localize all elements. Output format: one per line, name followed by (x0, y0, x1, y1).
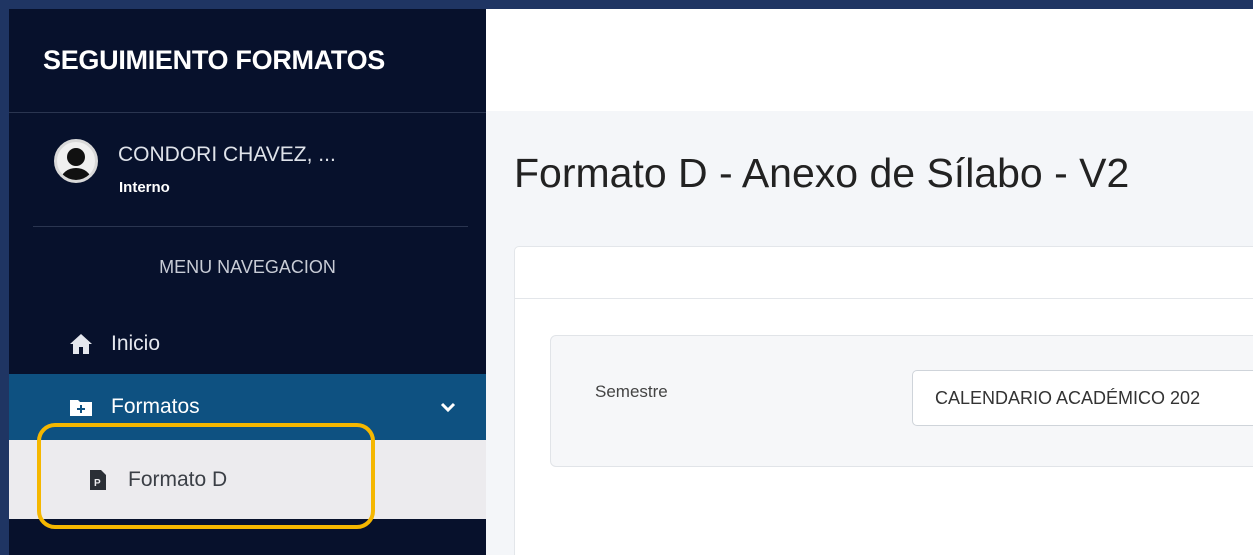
sidebar-item-label: Formatos (111, 395, 200, 418)
filter-panel: Semestre CALENDARIO ACADÉMICO 202 (550, 335, 1253, 467)
home-icon (69, 332, 93, 356)
chevron-down-icon[interactable] (440, 395, 456, 419)
content-card: Semestre CALENDARIO ACADÉMICO 202 (514, 246, 1253, 555)
folder-plus-icon (69, 395, 93, 419)
user-name[interactable]: CONDORI CHAVEZ, ... (118, 143, 336, 167)
menu-header: MENU NAVEGACION (159, 257, 336, 277)
sidebar-item-inicio[interactable]: Inicio (9, 314, 486, 374)
user-role: Interno (119, 179, 170, 196)
sidebar: SEGUIMIENTO FORMATOS CONDORI CHAVEZ, ...… (9, 9, 486, 555)
main-content: Formato D - Anexo de Sílabo - V2 Semestr… (486, 9, 1253, 555)
user-panel: CONDORI CHAVEZ, ... Interno (33, 119, 468, 227)
sidebar-item-label: Inicio (111, 332, 161, 355)
app-window: SEGUIMIENTO FORMATOS CONDORI CHAVEZ, ...… (9, 9, 1253, 555)
semestre-select[interactable]: CALENDARIO ACADÉMICO 202 (912, 370, 1253, 426)
highlight-annotation (37, 423, 375, 529)
user-silhouette-icon (61, 148, 91, 180)
card-header (515, 247, 1253, 299)
page-title: Formato D - Anexo de Sílabo - V2 (514, 150, 1130, 196)
avatar[interactable] (54, 139, 98, 183)
semestre-label: Semestre (595, 382, 668, 401)
brand-title[interactable]: SEGUIMIENTO FORMATOS (9, 9, 486, 113)
